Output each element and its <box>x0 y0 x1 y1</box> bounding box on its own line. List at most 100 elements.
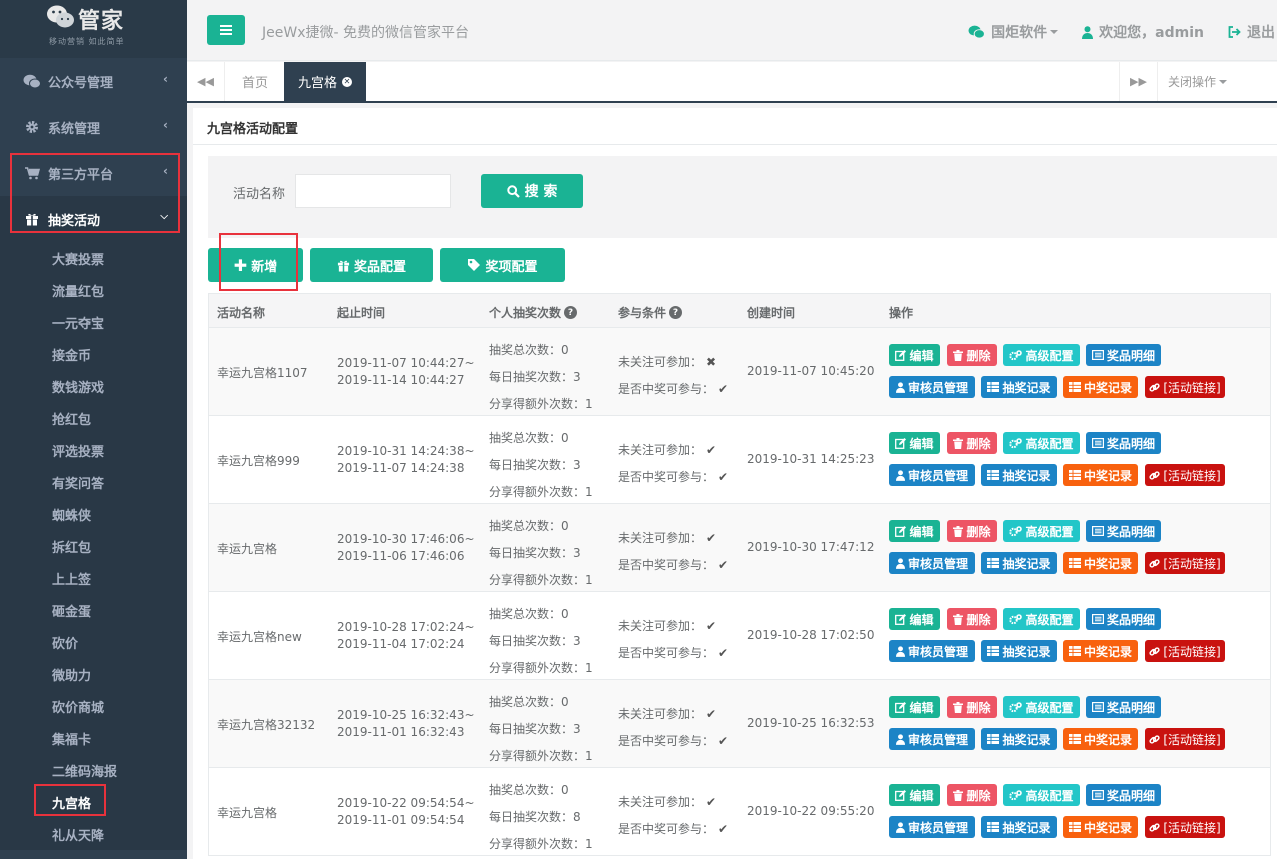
prize-detail-button[interactable]: 奖品明细 <box>1086 344 1161 366</box>
auditor-management-button[interactable]: 审核员管理 <box>889 728 975 750</box>
auditor-management-button[interactable]: 审核员管理 <box>889 552 975 574</box>
submenu-item[interactable]: 抢红包 <box>0 402 187 434</box>
auditor-management-button[interactable]: 审核员管理 <box>889 640 975 662</box>
submenu-item[interactable]: 二维码海报 <box>0 754 187 786</box>
activity-link-button[interactable]: [活动链接] <box>1145 464 1225 486</box>
list-alt-icon <box>1091 790 1104 800</box>
prize-detail-button[interactable]: 奖品明细 <box>1086 784 1161 806</box>
table-icon <box>1068 734 1081 744</box>
activity-link-button[interactable]: [活动链接] <box>1145 552 1225 574</box>
question-circle-icon[interactable]: ? <box>564 306 578 319</box>
auditor-management-button[interactable]: 审核员管理 <box>889 816 975 838</box>
user-welcome[interactable]: 欢迎您，admin <box>1082 22 1204 42</box>
search-button[interactable]: 搜 索 <box>481 174 583 208</box>
delete-button[interactable]: 删除 <box>947 784 997 806</box>
cond-follow: 未关注可参加： ✔ <box>618 795 717 809</box>
sidebar-item-lottery[interactable]: 抽奖活动 ⌵ <box>0 196 187 242</box>
logout-link[interactable]: 退出 <box>1228 22 1275 42</box>
advanced-config-button[interactable]: 高级配置 <box>1003 344 1080 366</box>
submenu-item-jiugongge[interactable]: 九宫格 <box>0 786 187 818</box>
submenu-item[interactable]: 拆红包 <box>0 530 187 562</box>
submenu-item[interactable]: 上上签 <box>0 562 187 594</box>
edit-button[interactable]: 编辑 <box>889 344 940 366</box>
submenu-item[interactable]: 蜘蛛侠 <box>0 498 187 530</box>
draw-records-button[interactable]: 抽奖记录 <box>981 552 1057 574</box>
draw-records-button[interactable]: 抽奖记录 <box>981 464 1057 486</box>
prize-detail-button[interactable]: 奖品明细 <box>1086 520 1161 542</box>
submenu-item[interactable]: 一元夺宝 <box>0 306 187 338</box>
company-dropdown[interactable]: 国炬软件 <box>968 22 1059 42</box>
question-circle-icon[interactable]: ? <box>669 306 683 319</box>
cogs-icon <box>1009 789 1023 800</box>
submenu-item[interactable]: 砍价商城 <box>0 690 187 722</box>
auditor-management-button[interactable]: 审核员管理 <box>889 376 975 398</box>
submenu-item[interactable]: 数钱游戏 <box>0 370 187 402</box>
close-tab-icon[interactable]: ✕ <box>342 76 353 87</box>
prize-config-button[interactable]: 奖品配置 <box>310 248 433 282</box>
edit-button[interactable]: 编辑 <box>889 520 940 542</box>
winning-records-button[interactable]: 中奖记录 <box>1063 640 1138 662</box>
edit-button[interactable]: 编辑 <box>889 696 940 718</box>
submenu-item[interactable]: 流量红包 <box>0 274 187 306</box>
table-icon <box>1068 558 1081 568</box>
winning-records-button[interactable]: 中奖记录 <box>1063 376 1138 398</box>
prize-detail-button[interactable]: 奖品明细 <box>1086 696 1161 718</box>
draw-records-button[interactable]: 抽奖记录 <box>981 728 1057 750</box>
delete-button[interactable]: 删除 <box>947 344 997 366</box>
advanced-config-button[interactable]: 高级配置 <box>1003 520 1080 542</box>
advanced-config-button[interactable]: 高级配置 <box>1003 432 1080 454</box>
submenu-item[interactable]: 微助力 <box>0 658 187 690</box>
draw-records-button[interactable]: 抽奖记录 <box>981 376 1057 398</box>
winning-records-button[interactable]: 中奖记录 <box>1063 816 1138 838</box>
edit-button[interactable]: 编辑 <box>889 608 940 630</box>
tab-jiugongge[interactable]: 九宫格 ✕ <box>284 62 367 101</box>
trash-icon <box>953 613 964 625</box>
advanced-config-button[interactable]: 高级配置 <box>1003 696 1080 718</box>
activity-link-button[interactable]: [活动链接] <box>1145 816 1225 838</box>
menu-toggle-button[interactable] <box>207 15 245 45</box>
activity-name-input[interactable] <box>295 174 451 208</box>
delete-button[interactable]: 删除 <box>947 608 997 630</box>
conditions: 未关注可参加： ✔ 是否中奖可参与： ✔ <box>618 525 728 579</box>
advanced-config-button[interactable]: 高级配置 <box>1003 608 1080 630</box>
row-actions: 编辑 删除 高级配置 奖品明细 审核员管理 抽奖记录 中奖记录 [活动链接] <box>889 784 1249 844</box>
winning-records-button[interactable]: 中奖记录 <box>1063 464 1138 486</box>
submenu-item[interactable]: 评选投票 <box>0 434 187 466</box>
prize-detail-button[interactable]: 奖品明细 <box>1086 608 1161 630</box>
edit-button[interactable]: 编辑 <box>889 432 940 454</box>
award-config-button[interactable]: 奖项配置 <box>440 248 565 282</box>
draw-records-button[interactable]: 抽奖记录 <box>981 816 1057 838</box>
delete-button[interactable]: 删除 <box>947 696 997 718</box>
prize-detail-button[interactable]: 奖品明细 <box>1086 432 1161 454</box>
user-icon <box>895 821 905 833</box>
winning-records-button[interactable]: 中奖记录 <box>1063 552 1138 574</box>
sidebar-item-official-accounts[interactable]: 公众号管理 ‹ <box>0 58 187 104</box>
submenu-item[interactable]: 集福卡 <box>0 722 187 754</box>
tab-scroll-left-button[interactable]: ◀◀ <box>187 62 225 101</box>
close-operations-dropdown[interactable]: 关闭操作 <box>1157 62 1241 101</box>
tab-scroll-right-button[interactable]: ▶▶ <box>1119 62 1157 101</box>
edit-button[interactable]: 编辑 <box>889 784 940 806</box>
tab-home[interactable]: 首页 <box>228 62 282 101</box>
link-icon <box>1149 470 1160 480</box>
submenu-item[interactable]: 有奖问答 <box>0 466 187 498</box>
submenu-item[interactable]: 砍价 <box>0 626 187 658</box>
add-button[interactable]: ✚ 新增 <box>208 248 303 282</box>
delete-button[interactable]: 删除 <box>947 520 997 542</box>
delete-button[interactable]: 删除 <box>947 432 997 454</box>
submenu-item[interactable]: 礼从天降 <box>0 818 187 850</box>
submenu-item[interactable]: 大赛投票 <box>0 242 187 274</box>
sidebar-item-system[interactable]: 系统管理 ‹ <box>0 104 187 150</box>
activity-link-button[interactable]: [活动链接] <box>1145 728 1225 750</box>
winning-records-button[interactable]: 中奖记录 <box>1063 728 1138 750</box>
sidebar-item-third-party[interactable]: 第三方平台 ‹ <box>0 150 187 196</box>
activity-link-button[interactable]: [活动链接] <box>1145 640 1225 662</box>
draw-records-button[interactable]: 抽奖记录 <box>981 640 1057 662</box>
activity-link-button[interactable]: [活动链接] <box>1145 376 1225 398</box>
submenu-item[interactable]: 接金币 <box>0 338 187 370</box>
advanced-config-button[interactable]: 高级配置 <box>1003 784 1080 806</box>
chevron-left-icon: ‹ <box>163 164 168 178</box>
table-icon <box>987 470 1000 480</box>
auditor-management-button[interactable]: 审核员管理 <box>889 464 975 486</box>
submenu-item[interactable]: 砸金蛋 <box>0 594 187 626</box>
